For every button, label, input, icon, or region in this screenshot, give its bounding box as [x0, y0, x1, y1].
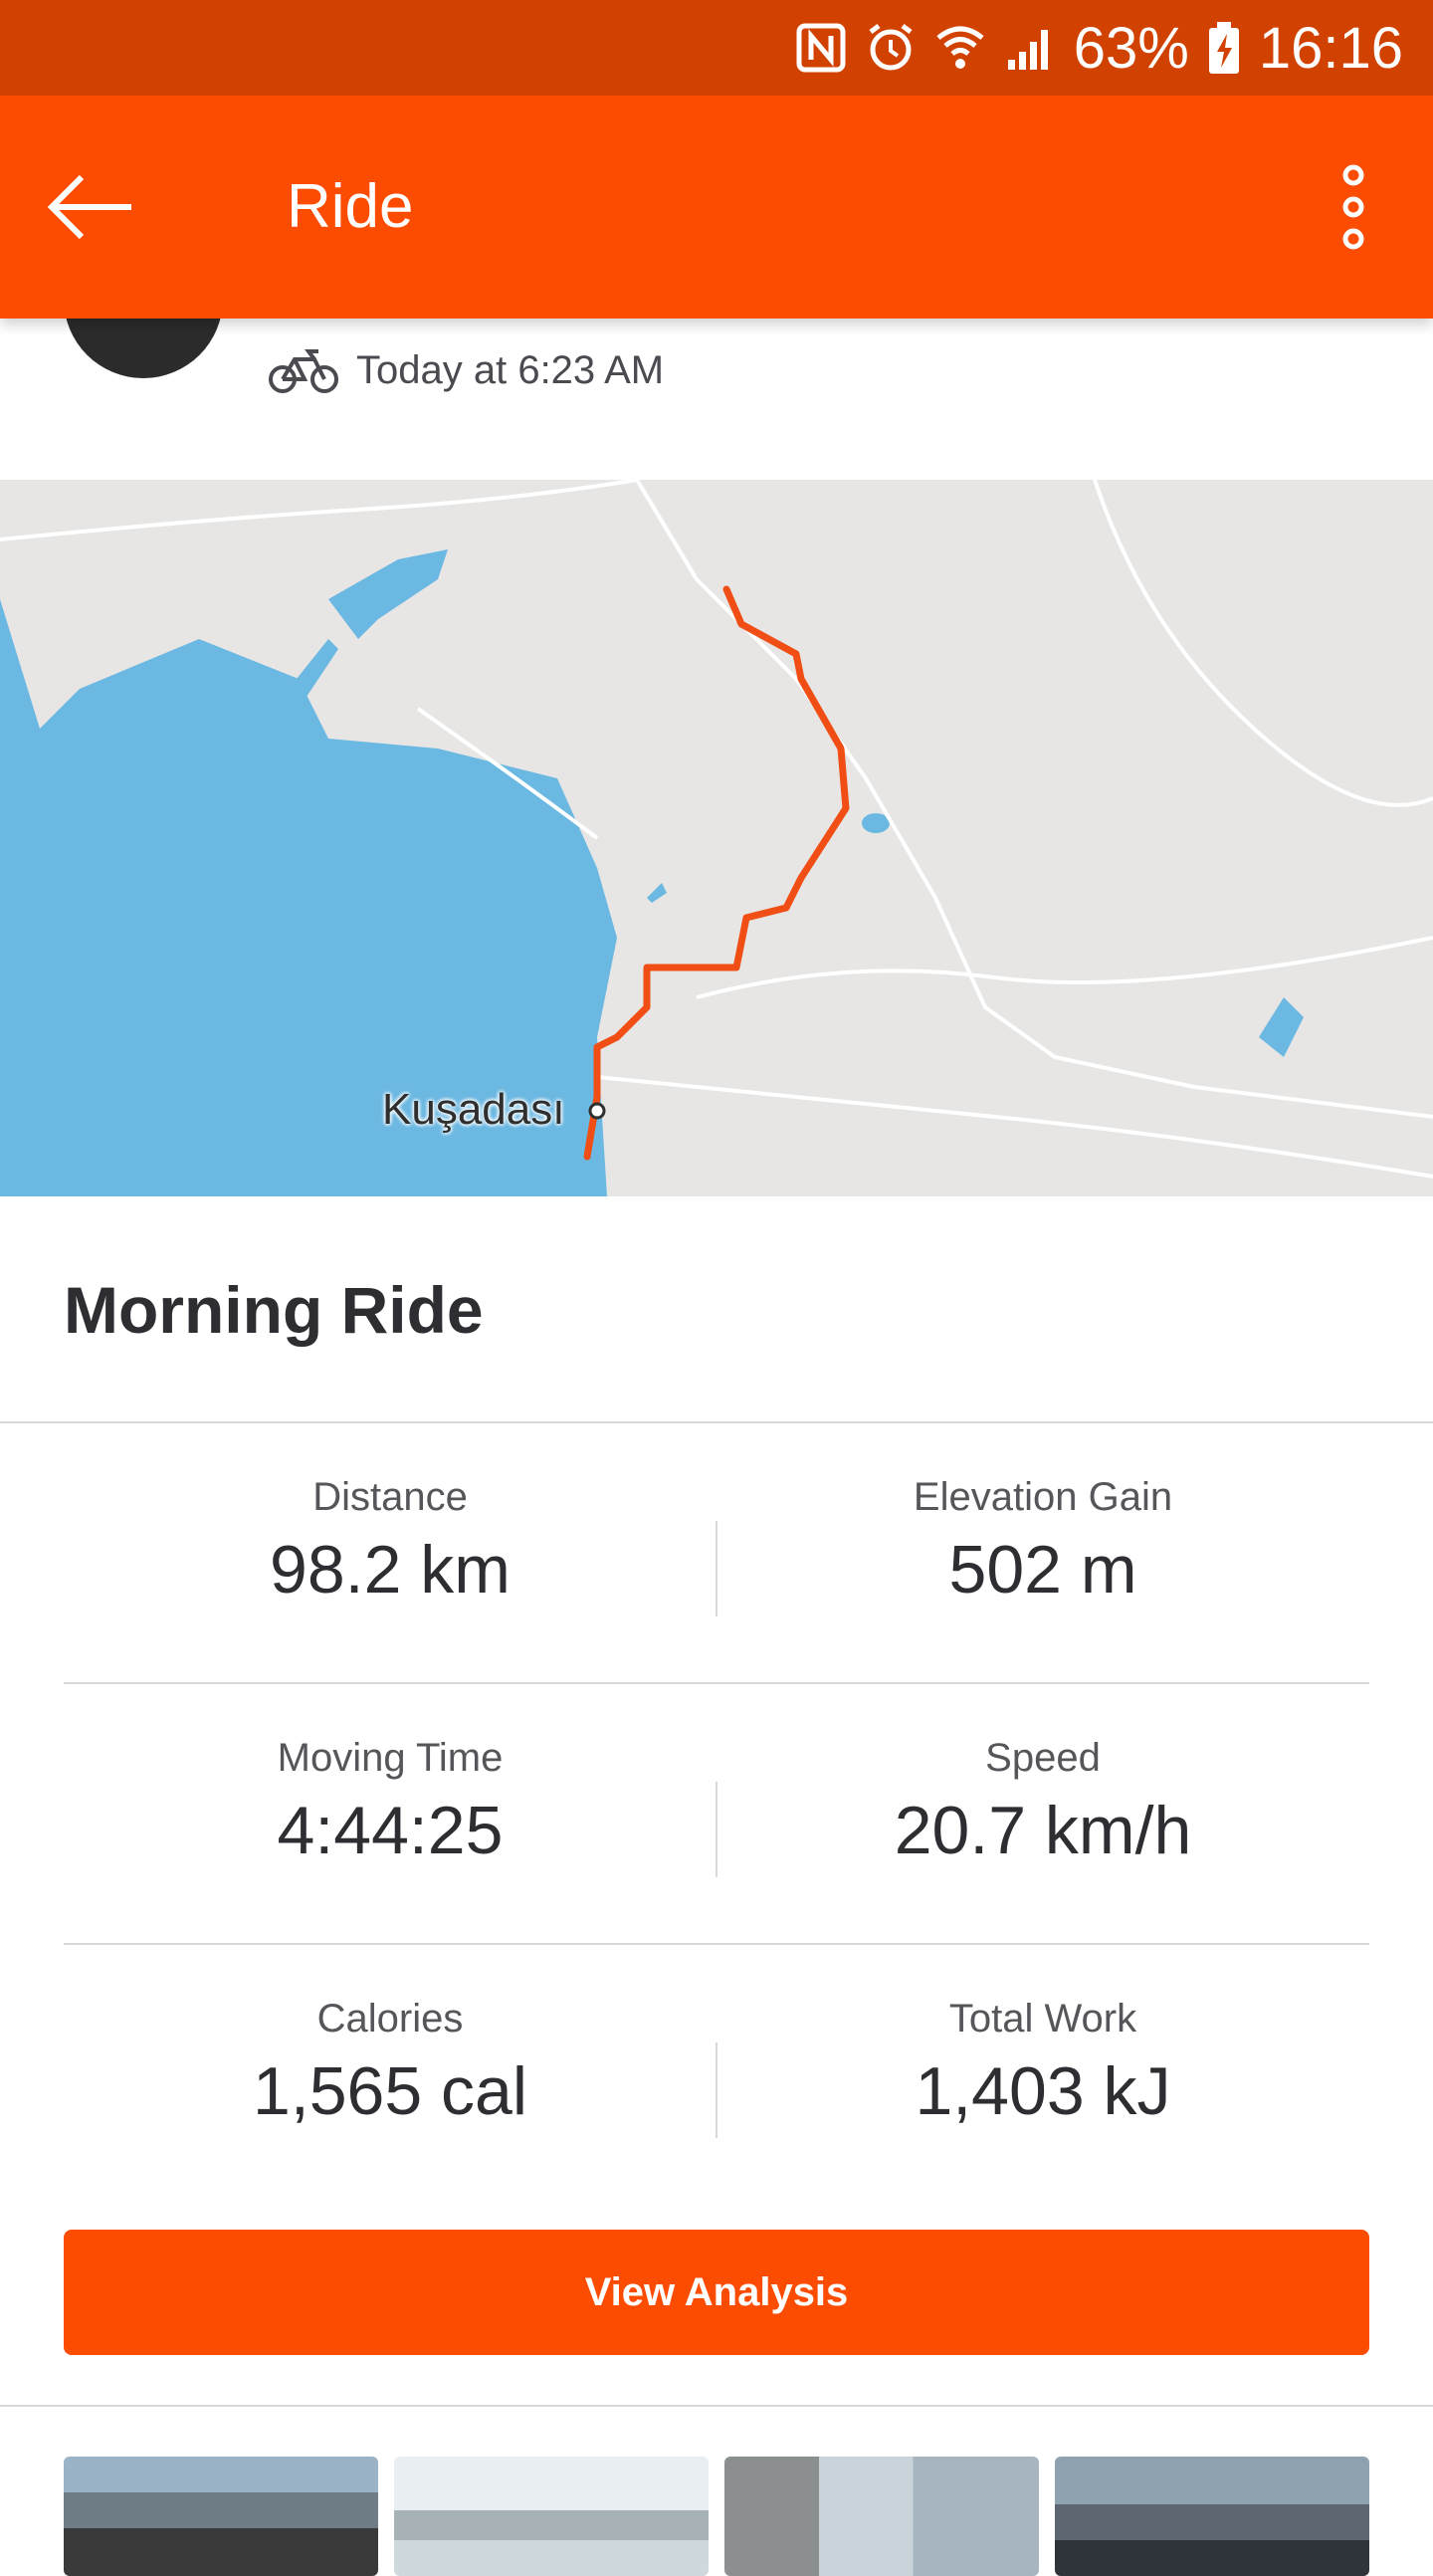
stat-label: Distance [312, 1475, 468, 1519]
photo-thumbnail[interactable] [724, 2457, 1039, 2576]
battery-percent: 63% [1073, 15, 1189, 81]
map-canvas [0, 480, 1433, 1196]
stat-value: 1,565 cal [253, 2053, 527, 2129]
nfc-icon [796, 23, 846, 73]
stat-label: Elevation Gain [913, 1475, 1173, 1519]
stat-label: Calories [316, 1997, 464, 2040]
stat-distance: Distance 98.2 km [64, 1423, 716, 1682]
lake-3 [862, 813, 890, 833]
photo-thumbnail[interactable] [394, 2457, 709, 2576]
stat-value: 502 m [948, 1532, 1137, 1608]
wifi-icon [936, 26, 984, 69]
route-line [583, 585, 850, 1161]
stat-value: 1,403 kJ [915, 2053, 1171, 2129]
activity-title: Morning Ride [64, 1273, 484, 1347]
stat-label: Moving Time [277, 1736, 504, 1780]
stat-label: Total Work [948, 1997, 1137, 2040]
stat-calories: Calories 1,565 cal [64, 1945, 716, 2204]
page-title: Ride [287, 172, 414, 241]
stat-speed: Speed 20.7 km/h [716, 1684, 1369, 1943]
stat-moving-time: Moving Time 4:44:25 [64, 1684, 716, 1943]
clock: 16:16 [1258, 15, 1403, 81]
photo-thumbnail[interactable] [64, 2457, 378, 2576]
divider [0, 2405, 1433, 2407]
arrow-left-icon[interactable] [40, 157, 139, 257]
view-analysis-button[interactable]: View Analysis [64, 2230, 1369, 2355]
stat-value: 98.2 km [270, 1532, 511, 1608]
activity-time: Today at 6:23 AM [356, 347, 665, 392]
stat-value: 4:44:25 [277, 1793, 504, 1868]
status-bar: 63% 16:16 [0, 0, 1433, 96]
alarm-icon [869, 24, 913, 71]
route-map[interactable] [0, 480, 1433, 1196]
stat-row: Calories 1,565 cal Total Work 1,403 kJ [64, 1945, 1369, 2204]
map-place-label: Kuşadası [382, 1085, 565, 1134]
lake-2 [289, 639, 338, 709]
bicycle-icon [269, 349, 338, 393]
stat-elevation-gain: Elevation Gain 502 m [716, 1423, 1369, 1682]
stat-row: Distance 98.2 km Elevation Gain 502 m [64, 1423, 1369, 1684]
stat-value: 20.7 km/h [894, 1793, 1192, 1868]
signal-icon [1007, 30, 1048, 70]
photo-thumbnail[interactable] [1055, 2457, 1369, 2576]
photo-strip [64, 2457, 1369, 2576]
app-bar: Ride [0, 96, 1433, 319]
place-marker [588, 1102, 606, 1120]
lake-5 [647, 883, 667, 903]
stat-label: Speed [985, 1736, 1101, 1780]
lake-1 [328, 549, 448, 639]
status-icons: 63% 16:16 [795, 0, 1403, 96]
stat-row: Moving Time 4:44:25 Speed 20.7 km/h [64, 1684, 1369, 1945]
stat-total-work: Total Work 1,403 kJ [716, 1945, 1369, 2204]
battery-charging-icon [1208, 22, 1239, 74]
activity-header: Today at 6:23 AM [0, 219, 1433, 480]
lake-4 [1259, 997, 1304, 1057]
activity-meta: Today at 6:23 AM [269, 340, 664, 400]
stats-grid: Distance 98.2 km Elevation Gain 502 m Mo… [64, 1423, 1369, 2204]
more-vertical-icon[interactable] [1324, 157, 1383, 257]
